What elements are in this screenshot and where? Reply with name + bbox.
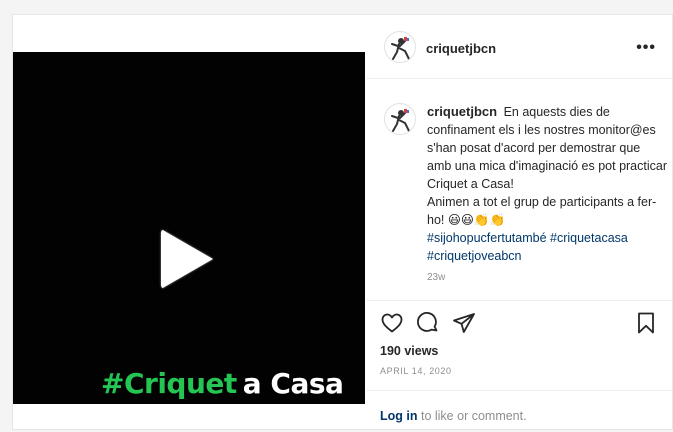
caption-text: criquetjbcn En aquests dies de confiname… bbox=[427, 103, 667, 287]
avatar[interactable] bbox=[384, 31, 416, 63]
hashtag-link[interactable]: #criquetjoveabcn bbox=[427, 249, 522, 263]
more-icon[interactable]: ••• bbox=[636, 39, 656, 57]
share-icon[interactable] bbox=[452, 311, 476, 335]
video-player[interactable]: #Criquet a Casa bbox=[13, 52, 365, 404]
post-header: criquetjbcn ••• bbox=[366, 15, 672, 79]
post-frame: #Criquet a Casa criquetjbcn ••• criquetj… bbox=[12, 14, 673, 430]
header-username[interactable]: criquetjbcn bbox=[426, 41, 496, 56]
hashtag-link[interactable]: #sijohopucfertutambé bbox=[427, 231, 547, 245]
overlay-white-text: a Casa bbox=[242, 367, 344, 400]
view-count[interactable]: 190 views bbox=[380, 344, 438, 358]
post-date: APRIL 14, 2020 bbox=[380, 366, 452, 376]
caption-line-2: Animen a tot el grup de participants a f… bbox=[427, 195, 657, 227]
video-overlay-text: #Criquet a Casa bbox=[101, 367, 344, 400]
hashtag-link[interactable]: #criquetacasa bbox=[550, 231, 628, 245]
caption-time-ago: 23w bbox=[427, 272, 446, 283]
login-rest-text: to like or comment. bbox=[420, 409, 527, 423]
play-icon[interactable] bbox=[161, 229, 213, 289]
caption-username[interactable]: criquetjbcn bbox=[427, 104, 497, 119]
bookmark-icon[interactable] bbox=[634, 311, 658, 335]
action-bar bbox=[380, 311, 658, 337]
caption-avatar[interactable] bbox=[384, 103, 416, 135]
caption-area: criquetjbcn En aquests dies de confiname… bbox=[366, 79, 672, 301]
heart-icon[interactable] bbox=[380, 311, 404, 335]
comment-icon[interactable] bbox=[416, 311, 440, 335]
login-link[interactable]: Log in bbox=[380, 409, 418, 423]
criquet-logo-icon bbox=[391, 37, 410, 60]
post-sidebar: criquetjbcn ••• criquetjbcn En aquests d… bbox=[366, 15, 672, 429]
overlay-green-text: #Criquet bbox=[101, 367, 237, 400]
login-bar: Log in to like or comment. bbox=[366, 390, 672, 429]
criquet-logo-icon bbox=[391, 109, 410, 132]
